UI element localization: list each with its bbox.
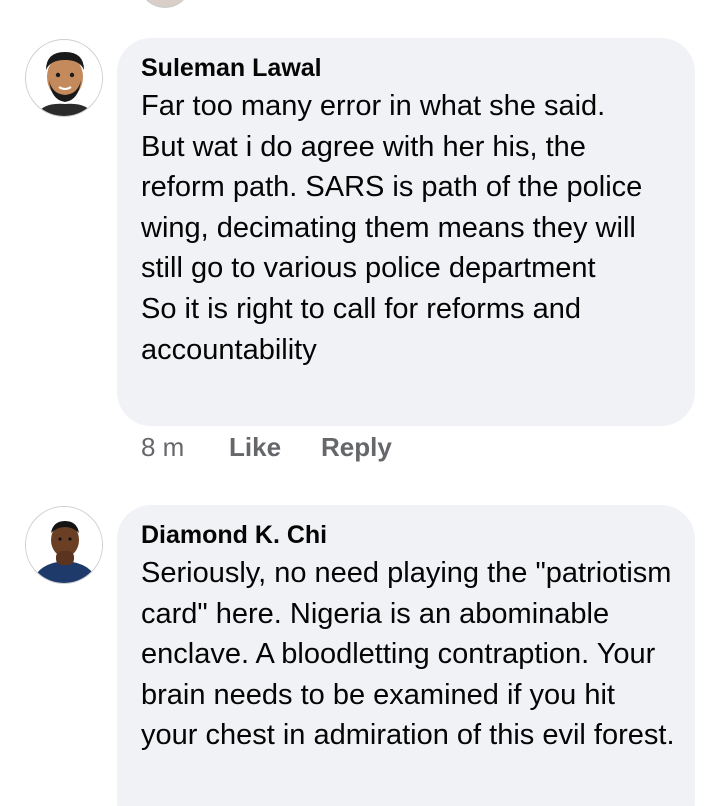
user-photo-avatar-icon bbox=[26, 507, 102, 583]
like-button[interactable]: Like bbox=[229, 432, 281, 463]
comment-text: Seriously, no need playing the "patrioti… bbox=[141, 557, 675, 752]
reply-button[interactable]: Reply bbox=[321, 432, 392, 463]
comment-actions: 8 m Like Reply bbox=[141, 432, 432, 463]
avatar[interactable] bbox=[25, 39, 103, 117]
comment-text: Far too many error in what she said. But… bbox=[141, 90, 643, 366]
previous-avatar[interactable] bbox=[142, 0, 188, 8]
avatar[interactable] bbox=[25, 506, 103, 584]
comment-bubble: Diamond K. Chi Seriously, no need playin… bbox=[117, 505, 695, 806]
comment-author[interactable]: Diamond K. Chi bbox=[141, 519, 675, 551]
comment-bubble: Suleman Lawal Far too many error in what… bbox=[117, 38, 695, 426]
bitmoji-avatar-icon bbox=[27, 41, 102, 116]
comment-author[interactable]: Suleman Lawal bbox=[141, 52, 675, 84]
comment-timestamp[interactable]: 8 m bbox=[141, 432, 229, 463]
comments-thread: Suleman Lawal Far too many error in what… bbox=[0, 0, 720, 806]
